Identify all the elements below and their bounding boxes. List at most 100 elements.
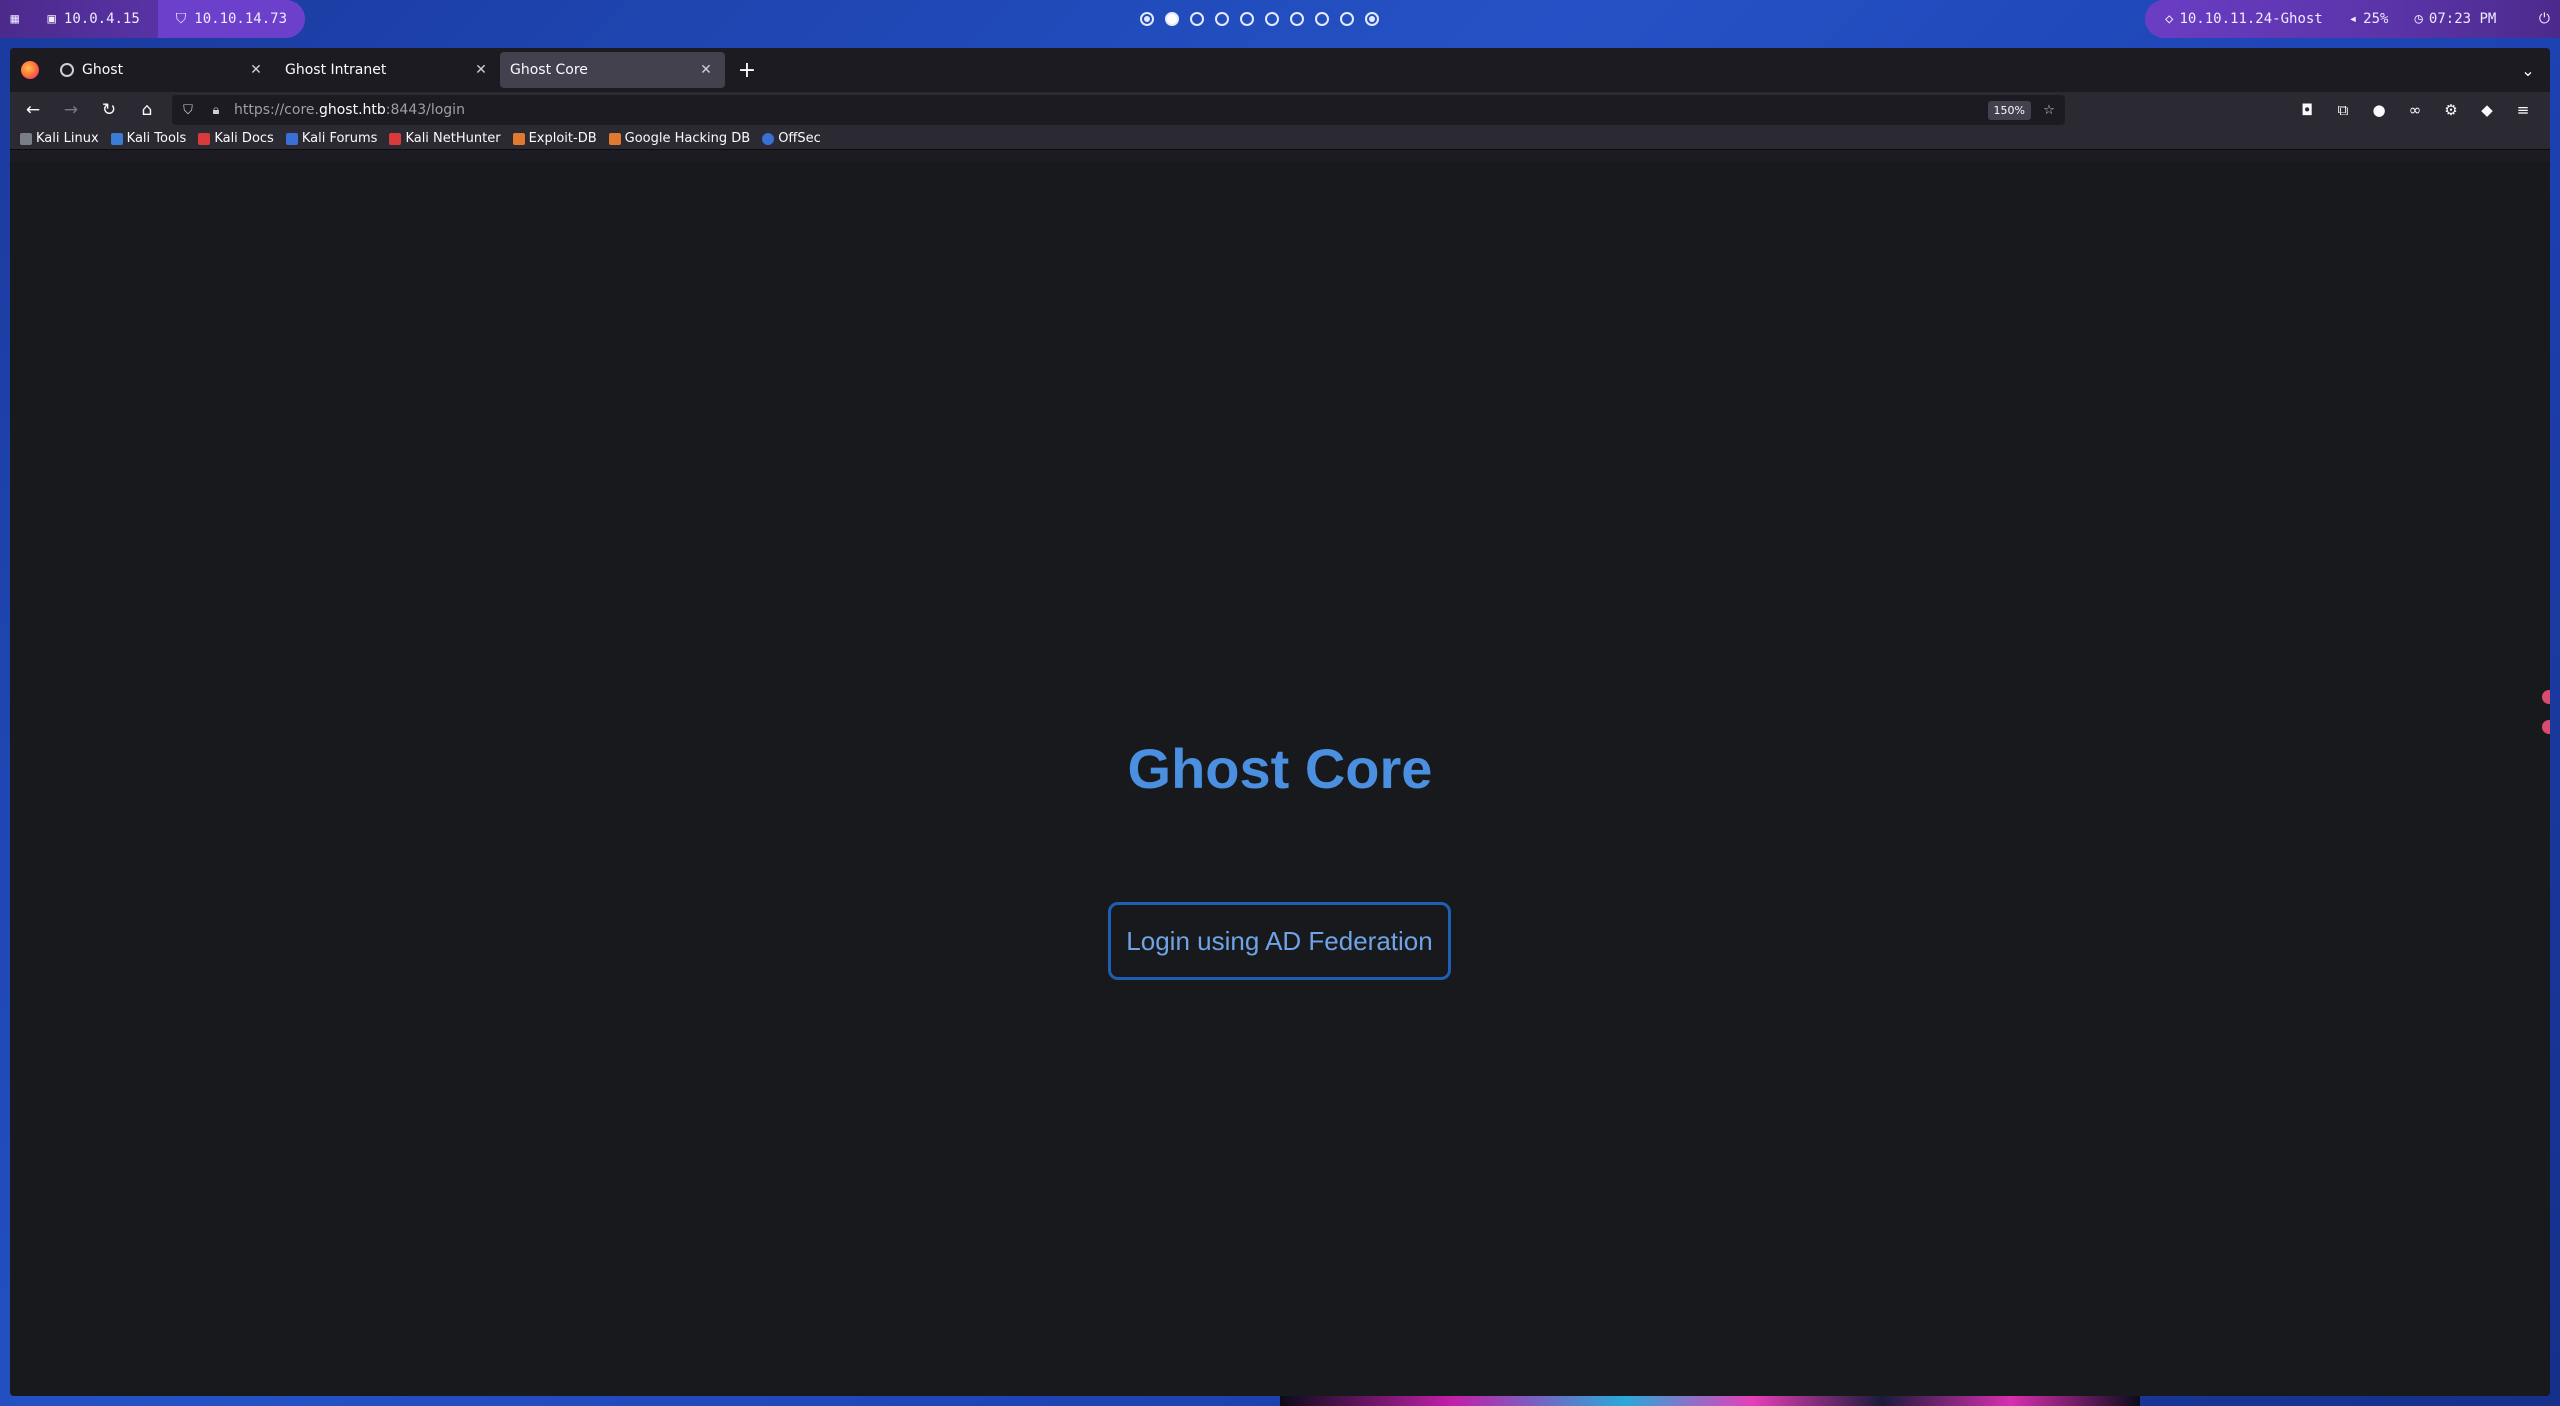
foxyproxy-icon[interactable]: ● [2364,95,2394,125]
close-icon[interactable]: ✕ [247,61,265,79]
workspace-dot-8[interactable] [1315,12,1329,26]
close-icon[interactable]: ✕ [697,61,715,79]
back-arrow-icon[interactable]: ← [16,95,50,125]
bookmark-kali-linux[interactable]: Kali Linux [20,131,99,146]
bookmark-label: Google Hacking DB [624,131,751,146]
globe-icon [60,63,74,77]
system-bar-right: ◇ 10.10.11.24-Ghost ◂ 25% ◷ 07:23 PM ⏻ [2145,0,2560,38]
extensions-puzzle-icon[interactable]: ⧉ [2328,95,2358,125]
hamburger-menu-icon[interactable]: ≡ [2508,95,2538,125]
volume-chip[interactable]: ◂ 25% [2349,11,2389,27]
workspace-dot-4[interactable] [1215,12,1229,26]
workspace-dot-5[interactable] [1240,12,1254,26]
tab-strip: Ghost ✕ Ghost Intranet ✕ Ghost Core ✕ + … [10,48,2550,92]
nethunter-icon [389,132,402,145]
bookmark-kali-tools[interactable]: Kali Tools [110,131,187,146]
kali-dragon-icon [20,132,32,145]
workspace-dot-10[interactable] [1365,12,1379,26]
url-suffix: :8443/login [385,102,465,118]
url-text[interactable]: https://core.ghost.htb:8443/login [234,102,1980,118]
vpn-ip-chip: ⛉ 10.10.14.73 [157,0,305,38]
bookmark-label: Kali Docs [214,131,274,146]
kali-tools-icon [110,132,123,145]
bookmark-label: Kali Tools [126,131,187,146]
workspace-dot-7[interactable] [1290,12,1304,26]
home-icon[interactable]: ⌂ [130,95,164,125]
glasses-icon[interactable]: ∞ [2400,95,2430,125]
reload-icon[interactable]: ↻ [92,95,126,125]
workspace-dot-6[interactable] [1265,12,1279,26]
target-chip: ◇ 10.10.11.24-Ghost [2165,11,2323,27]
new-tab-plus-icon[interactable]: + [731,54,763,86]
ad-federation-login-button[interactable]: Login using AD Federation [1108,902,1451,980]
exploit-db-icon [512,132,525,145]
clock-chip: ◷ 07:23 PM [2414,11,2496,27]
speaker-icon: ◂ [2348,11,2358,27]
lock-icon[interactable]: 🔒︎ [206,100,226,120]
power-icon[interactable]: ⏻ [2539,11,2550,27]
side-edge-markers [2542,690,2550,740]
bookmark-star-icon[interactable]: ☆ [2039,100,2059,120]
kali-docs-icon [198,132,211,145]
wallpaper-artwork [1280,1396,2140,1406]
bookmark-label: Kali NetHunter [405,131,501,146]
local-ip-text: 10.0.4.15 [63,11,140,27]
bookmark-kali-nethunter[interactable]: Kali NetHunter [389,131,501,146]
offsec-icon [762,132,775,145]
tab-title: Ghost [82,62,124,78]
firefox-logo-icon [10,48,50,92]
target-icon: ◇ [2165,11,2174,27]
workspace-dot-3[interactable] [1190,12,1204,26]
bookmark-kali-docs[interactable]: Kali Docs [198,131,274,146]
workspace-switcher [1140,0,1379,38]
monitor-icon: ▣ [47,11,56,27]
kali-forums-icon [285,132,298,145]
toolbar-extensions: ◘ ⧉ ● ∞ ⚙ ◆ ≡ [2292,95,2544,125]
clock-icon: ◷ [2414,11,2423,27]
system-bar-left: ▦ ▣ 10.0.4.15 ⛉ 10.10.14.73 [0,0,305,38]
bookmark-label: Kali Forums [301,131,378,146]
vpn-ip-text: 10.10.14.73 [194,11,287,27]
shield-icon: ⛉ [175,11,187,27]
page-title: Ghost Core [1127,737,1433,800]
zoom-level-badge[interactable]: 150% [1987,100,2031,120]
workspace-dot-2[interactable] [1165,12,1179,26]
url-host: ghost.htb [318,102,386,118]
tab-title: Ghost Core [510,62,588,78]
clock-text: 07:23 PM [2428,11,2497,27]
volume-text: 25% [2363,11,2389,27]
close-icon[interactable]: ✕ [472,61,490,79]
bookmark-offsec[interactable]: OffSec [762,131,821,146]
system-top-bar: ▦ ▣ 10.0.4.15 ⛉ 10.10.14.73 ◇ 10.10.11.2… [0,0,2560,38]
app-launcher-icon[interactable]: ▦ [0,0,29,38]
edge-marker [2542,690,2550,704]
bookmark-exploit-db[interactable]: Exploit-DB [512,131,597,146]
local-ip-chip: ▣ 10.0.4.15 [29,0,157,38]
pocket-icon[interactable]: ◘ [2292,95,2322,125]
page-content: Ghost Core Login using AD Federation [10,162,2550,1396]
chevron-down-icon[interactable]: ⌄ [2514,56,2542,84]
tab-ghost[interactable]: Ghost ✕ [50,52,275,88]
edge-marker [2542,720,2550,734]
tracking-shield-icon[interactable]: ⛉ [178,100,198,120]
navigation-toolbar: ← → ↻ ⌂ ⛉ 🔒︎ https://core.ghost.htb:8443… [10,92,2550,128]
url-bar[interactable]: ⛉ 🔒︎ https://core.ghost.htb:8443/login 1… [172,95,2065,125]
tab-ghost-core[interactable]: Ghost Core ✕ [500,52,725,88]
bookmark-kali-forums[interactable]: Kali Forums [285,131,378,146]
target-text: 10.10.11.24-Ghost [2179,11,2323,27]
browser-window: Ghost ✕ Ghost Intranet ✕ Ghost Core ✕ + … [10,48,2550,1396]
bookmark-label: Exploit-DB [528,131,597,146]
bookmarks-toolbar: Kali Linux Kali Tools Kali Docs Kali For… [10,128,2550,150]
bookmark-google-hacking-db[interactable]: Google Hacking DB [608,131,751,146]
url-prefix: https://core. [234,102,319,118]
workspace-dot-9[interactable] [1340,12,1354,26]
tab-ghost-intranet[interactable]: Ghost Intranet ✕ [275,52,500,88]
ghdb-icon [608,132,621,145]
bookmark-label: OffSec [778,131,821,146]
settings-gear-icon[interactable]: ⚙ [2436,95,2466,125]
bookmark-label: Kali Linux [36,131,99,146]
tab-title: Ghost Intranet [285,62,387,78]
forward-arrow-icon[interactable]: → [54,95,88,125]
wappalyzer-icon[interactable]: ◆ [2472,95,2502,125]
workspace-dot-1[interactable] [1140,12,1154,26]
